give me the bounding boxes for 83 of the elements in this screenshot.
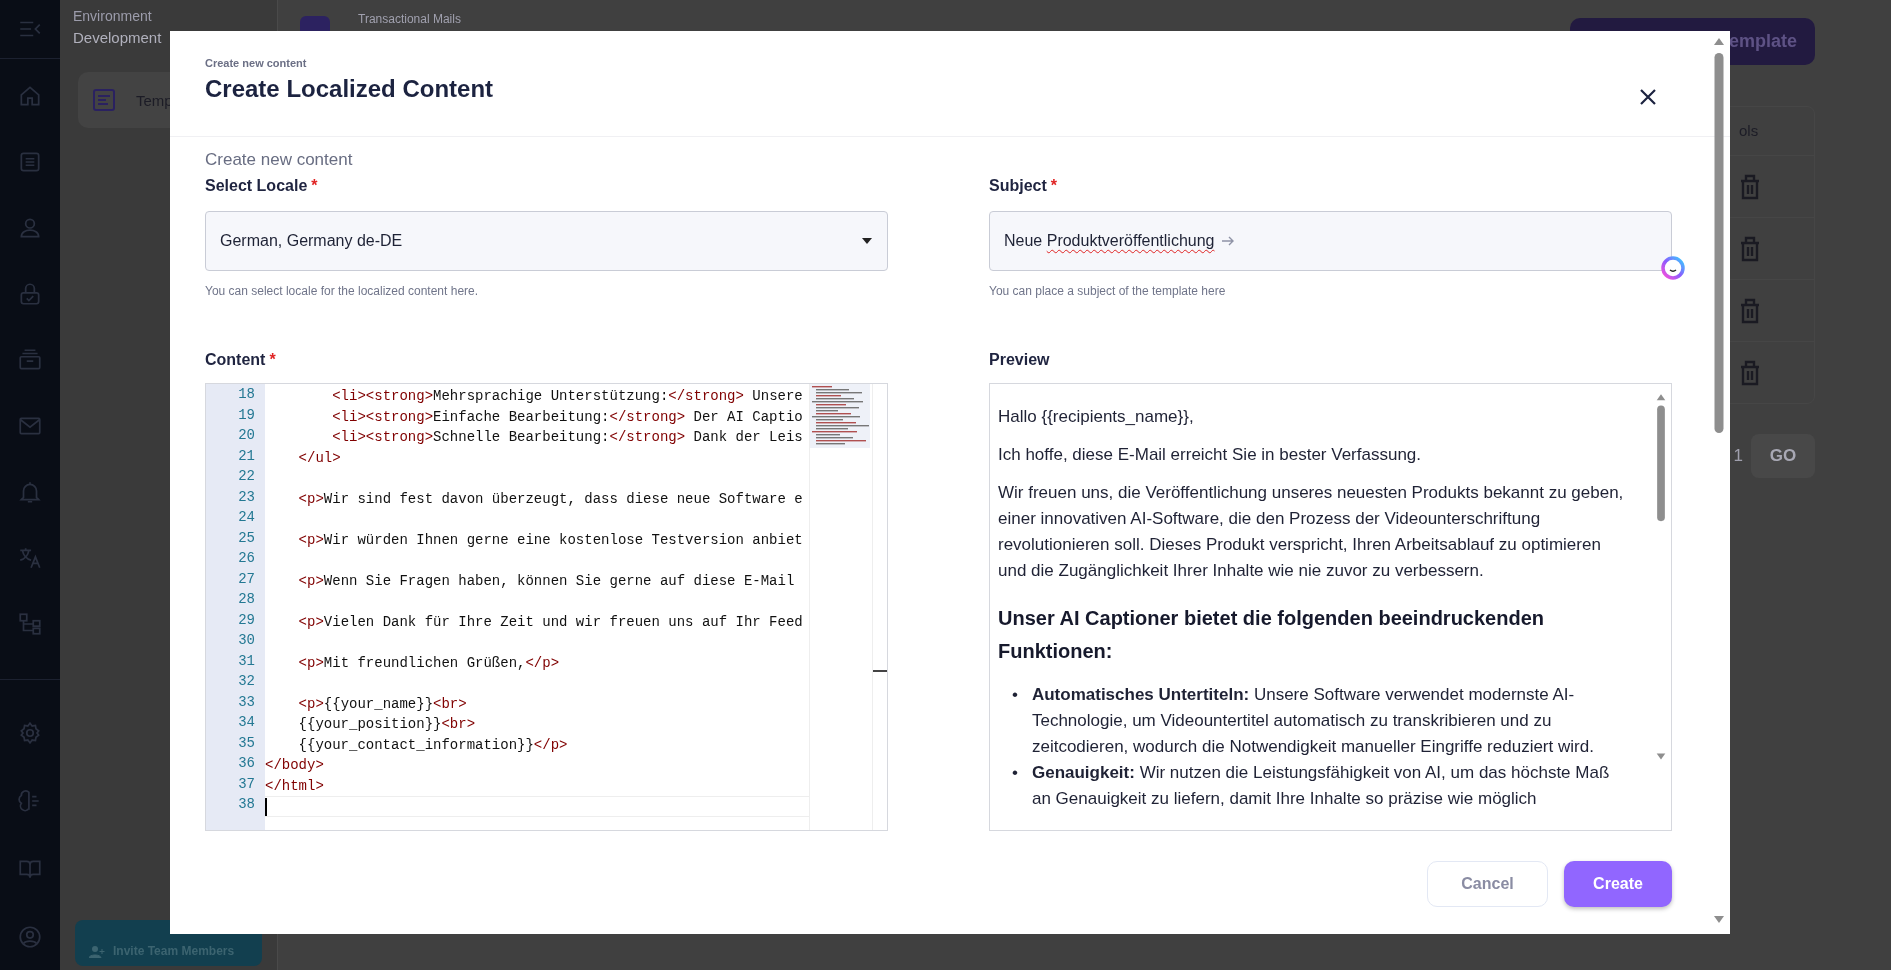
bell-icon[interactable] — [17, 479, 43, 505]
line-number: 19 — [238, 406, 255, 423]
line-number: 38 — [238, 796, 255, 812]
line-number: 24 — [238, 509, 255, 525]
delete-icon[interactable] — [1739, 359, 1761, 386]
create-button[interactable]: Create — [1564, 861, 1672, 907]
list-icon[interactable] — [17, 149, 43, 175]
code-line: <p>{{your_name}}<br> — [297, 694, 467, 714]
line-number: 27 — [238, 570, 255, 587]
field-label: Content — [205, 350, 266, 370]
code-line: <p>Mit freundlichen Grüßen,</p> — [297, 653, 560, 673]
page-title: Transactional Mails — [358, 12, 462, 26]
preview-paragraph: Ich hoffe, diese E-Mail erreicht Sie in bester Verfassung. — [998, 444, 1423, 466]
go-button[interactable]: GO — [1751, 434, 1815, 478]
scroll-marker — [873, 670, 887, 672]
arrow-icon — [1220, 235, 1235, 247]
bullet: • — [1012, 684, 1018, 706]
caret-icon — [861, 238, 873, 244]
translate-icon[interactable] — [17, 545, 43, 571]
line-number: 28 — [238, 591, 255, 607]
code-line: <li><strong>Einfache Bearbeitung:</strong> Der AI Captio — [331, 407, 803, 427]
helper-text: You can select locale for the localized content here. — [205, 283, 480, 299]
line-number: 29 — [238, 611, 255, 628]
delete-icon[interactable] — [1739, 297, 1761, 324]
code-line: {{your_position}}<br> — [297, 715, 476, 734]
code-line: <p>Vielen Dank für Ihre Zeit und wir freuen uns auf Ihr Feed — [297, 612, 803, 632]
code-line: <li><strong>Mehrsprachige Unterstützung:</strong> Unsere — [331, 387, 803, 406]
page-number: 1 — [1733, 446, 1743, 466]
code-line: </html> — [265, 776, 324, 796]
line-number: 21 — [238, 447, 255, 464]
line-number: 33 — [238, 693, 255, 710]
preview-paragraph: Hallo {{recipients_name}}, — [998, 406, 1195, 428]
modal-overline: Create new content — [205, 57, 308, 69]
assistant-icon[interactable] — [1660, 255, 1686, 281]
line-number: 23 — [238, 488, 255, 505]
line-number: 30 — [238, 632, 255, 648]
preview-list-item: Genauigkeit: Wir nutzen die Leistungsfähigkeit von AI, um das höchste Maß an Genauigkeit zu liefern, damit Ihre Inhalte so präzise wie möglich — [1031, 762, 1611, 810]
line-number: 18 — [238, 386, 255, 402]
code-line: <li><strong>Schnelle Bearbeitung:</strong> Dank der Leis — [331, 428, 803, 447]
line-number: 35 — [238, 734, 255, 751]
archive-icon[interactable] — [17, 347, 43, 373]
profile-icon[interactable] — [17, 924, 43, 950]
preview-paragraph: Wir freuen uns, die Veröffentlichung unseres neuesten Produkts bekannt zu geben, einer innovativen AI-Software, die den Prozess der Videounterschriftung revolutionieren soll. Dieses Produkt verspricht, Ihren Arbeitsablauf zu optimieren und die Zugänglichkeit Ihrer Inhalte wie nie zuvor zu verbessern. — [998, 482, 1625, 582]
cancel-button[interactable]: Cancel — [1427, 861, 1548, 907]
settings-icon[interactable] — [17, 720, 43, 746]
code-line: </body> — [265, 756, 324, 775]
code-line: </ul> — [297, 448, 341, 468]
add-user-icon — [89, 946, 105, 958]
field-label: Select Locale — [205, 176, 308, 196]
required-mark: * — [269, 350, 276, 370]
line-number: 37 — [238, 775, 255, 792]
line-number: 22 — [238, 468, 255, 484]
code-line: <p>Wir würden Ihnen gerne eine kostenlose Testversion anbiet — [297, 530, 803, 550]
helper-text: You can place a subject of the template here — [989, 283, 1227, 299]
code-line: <p>Wir sind fest davon überzeugt, dass diese neue Software e — [297, 489, 803, 509]
text-cursor — [265, 798, 267, 817]
line-number: 34 — [238, 714, 255, 730]
line-number: 26 — [238, 550, 255, 566]
environment-label: Environment — [73, 7, 153, 26]
field-label: Subject — [989, 176, 1047, 196]
preview-list-item: Automatisches Untertiteln: Unsere Software verwendet modernste AI-Technologie, um Videountertitel automatisch zu transkribieren und zu zeitcodieren, wodurch die Notwendigkeit manueller Eingriffe reduziert wird. — [1031, 684, 1595, 758]
lock-icon[interactable] — [17, 281, 43, 307]
line-number: 36 — [238, 755, 255, 771]
line-number: 31 — [238, 652, 255, 669]
form-subtitle: Create new content — [205, 149, 354, 171]
line-number: 32 — [238, 673, 255, 689]
subject-field[interactable]: Neue Produktveröffentlichung — [989, 211, 1672, 271]
document-icon — [92, 88, 116, 112]
hierarchy-icon[interactable] — [17, 611, 43, 637]
required-mark: * — [311, 176, 318, 196]
delete-icon[interactable] — [1739, 173, 1761, 200]
line-number: 25 — [238, 529, 255, 546]
code-line: <p>Wenn Sie Fragen haben, können Sie gerne auf diese E-Mail — [297, 571, 795, 591]
code-line: {{your_contact_information}}</p> — [297, 735, 568, 755]
required-mark: * — [1050, 176, 1058, 196]
delete-icon[interactable] — [1739, 235, 1761, 262]
field-label: Preview — [989, 350, 1050, 370]
locale-select[interactable]: German, Germany de-DE — [205, 211, 888, 271]
line-number: 20 — [238, 427, 255, 443]
preview-heading: Unser AI Captioner bietet die folgenden beeindruckenden Funktionen: — [998, 606, 1545, 664]
code-editor[interactable] — [205, 383, 888, 831]
minimap-drawing[interactable] — [810, 384, 870, 448]
bullet: • — [1012, 762, 1018, 784]
